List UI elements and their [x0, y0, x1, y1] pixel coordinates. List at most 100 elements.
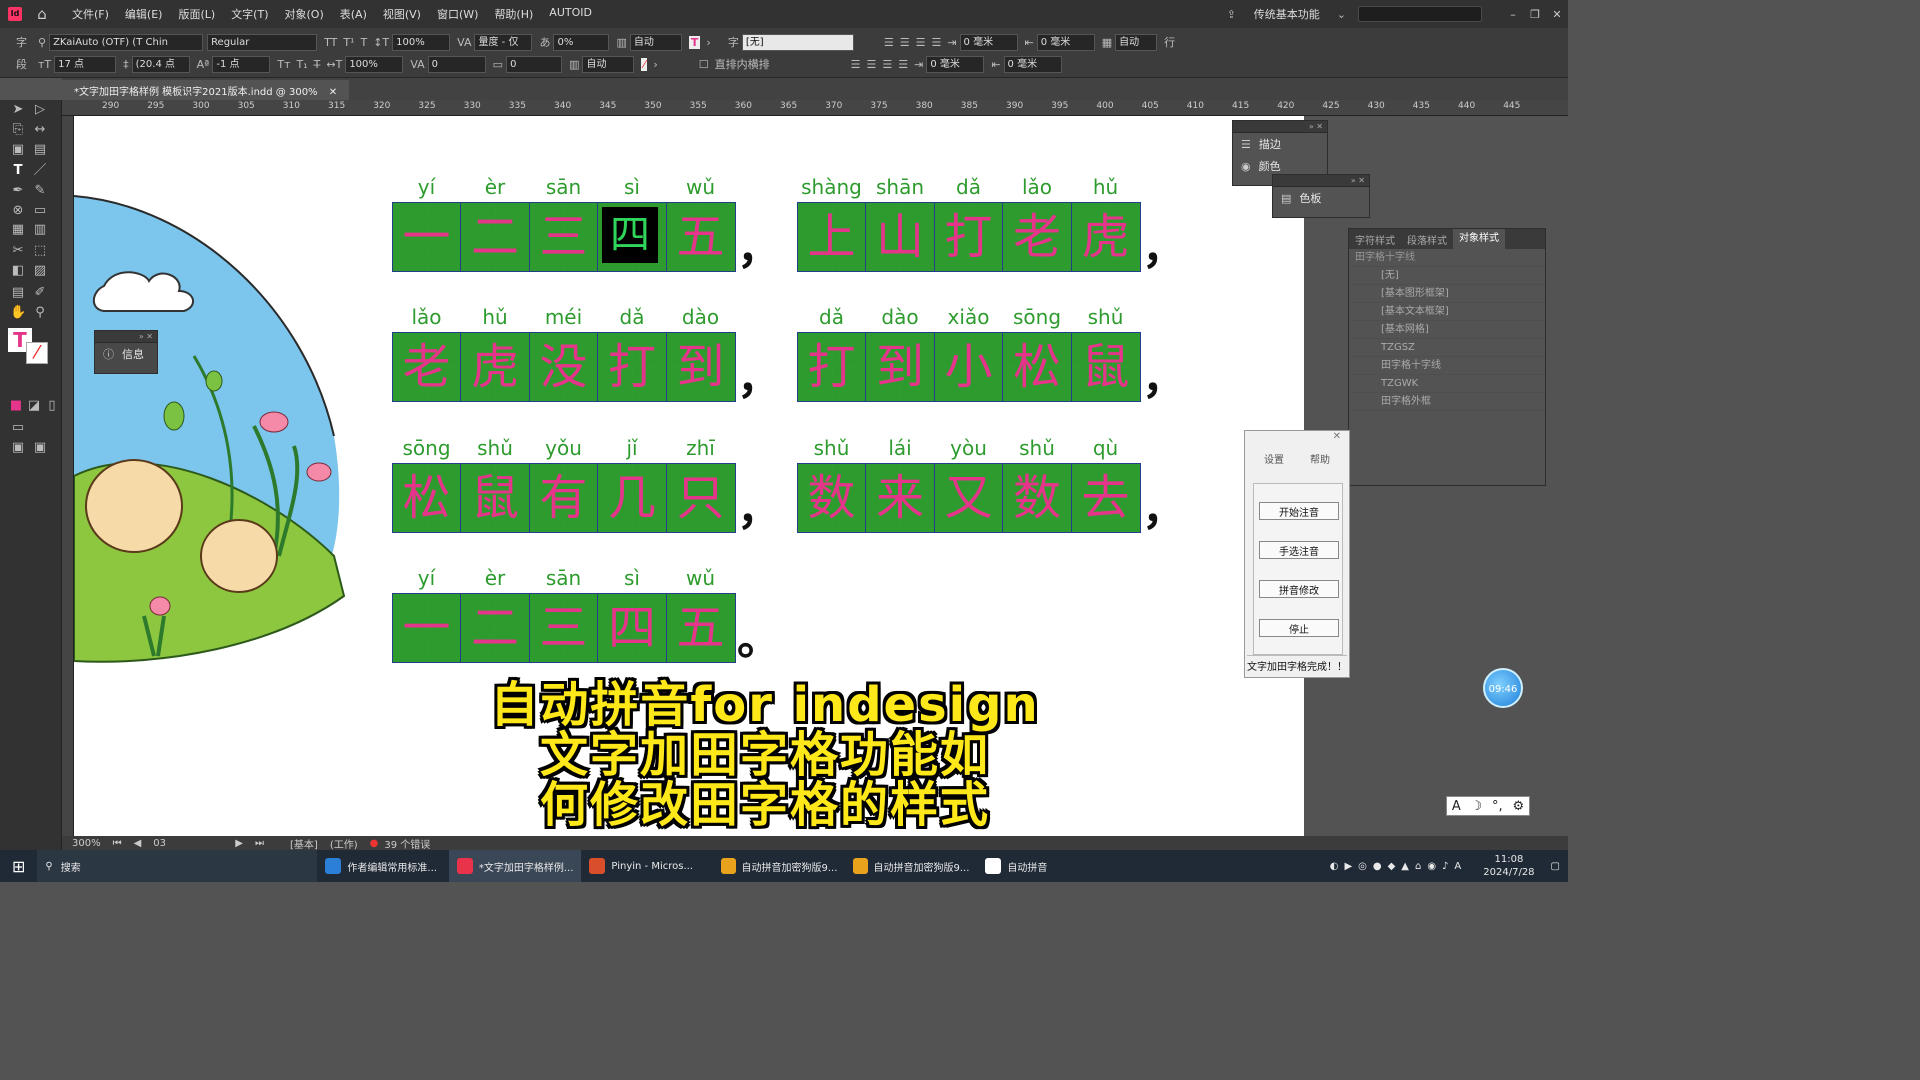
taskbar-app[interactable]: *文字加田字格样例... [449, 850, 582, 882]
tianzige-cell[interactable]: dǎ 打 [933, 175, 1004, 272]
hanzi-character[interactable]: 三 [530, 594, 598, 662]
hanzi-character[interactable]: 打 [935, 203, 1003, 271]
hanzi-character[interactable]: 老 [393, 333, 461, 401]
gradient-feather-tool-icon[interactable]: ▨ [32, 263, 48, 279]
menu-item-9[interactable]: AUTOID [541, 6, 600, 22]
punctuation-icon[interactable]: °, [1492, 799, 1503, 814]
paragraph-mode-icon[interactable]: 段 [16, 56, 27, 72]
menu-item-3[interactable]: 文字(T) [223, 6, 276, 22]
apply-none-icon[interactable]: ▯ [44, 398, 60, 414]
object-style-item[interactable]: [基本网格] [1349, 321, 1545, 339]
pencil-tool-icon[interactable]: ✎ [32, 183, 48, 199]
minimize-button[interactable]: – [1502, 8, 1524, 21]
hanzi-character[interactable]: 山 [866, 203, 934, 271]
tianzige-cell[interactable]: yí 一 [391, 566, 462, 663]
menu-item-2[interactable]: 版面(L) [170, 6, 223, 22]
tsume-field[interactable]: 0 [506, 55, 563, 73]
gap-tool-icon[interactable]: ↔ [32, 122, 48, 138]
tianzige-cell[interactable]: dǎ 打 [597, 305, 667, 402]
moon-icon[interactable]: ☽ [1471, 799, 1483, 814]
align-left-icon-2[interactable]: ☰ [851, 58, 861, 71]
hanzi-character[interactable]: 小 [935, 333, 1003, 401]
preflight-errors[interactable]: 39 个错误 [384, 836, 430, 851]
ime-mode-icon[interactable]: A [1452, 799, 1461, 814]
tianzige-cell[interactable]: yòu 又 [933, 436, 1004, 533]
hanzi-character[interactable]: 一 [393, 203, 461, 271]
plugin-close-icon[interactable]: ✕ [1245, 431, 1349, 447]
cartoon-illustration[interactable] [74, 176, 374, 676]
hanzi-character[interactable]: 上 [798, 203, 866, 271]
tianzige-cell[interactable]: shān 山 [865, 175, 935, 272]
vertical-ruler[interactable] [62, 116, 74, 836]
panel-collapse-icon[interactable]: » ✕ [1233, 121, 1327, 133]
line-tool-icon[interactable]: ／ [32, 163, 48, 179]
tray-icons[interactable]: ◐▶◎●◆▲⌂◉♪A [1322, 850, 1476, 882]
zoom-tool-icon[interactable]: ⚲ [32, 305, 48, 321]
note-tool-icon[interactable]: ▤ [10, 285, 26, 301]
tianzige-cell[interactable]: shǔ 数 [1002, 436, 1072, 533]
swatches-panel-item[interactable]: ▤ 色板 [1273, 187, 1369, 209]
recording-timer[interactable]: 09:46 [1483, 668, 1523, 708]
object-style-item[interactable]: 田字格十字线 [1349, 357, 1545, 375]
tianzige-cell[interactable]: hǔ 虎 [460, 305, 530, 402]
hanzi-character[interactable]: 又 [935, 464, 1003, 532]
hanzi-character[interactable]: 五 [667, 203, 735, 271]
hanzi-character[interactable]: 四 [598, 594, 666, 662]
tianzige-cell[interactable]: sōng 松 [1002, 305, 1072, 402]
manual-pinyin-button[interactable]: 手选注音 [1259, 541, 1339, 559]
tianzige-cell[interactable]: jǐ 几 [597, 436, 667, 533]
kerning-field[interactable]: 0 [427, 55, 486, 73]
superscript-icon[interactable]: T¹ [343, 36, 354, 49]
tianzige-cell[interactable]: sì 四 [597, 566, 667, 663]
next-page-icon[interactable]: ▶ [235, 838, 243, 849]
hanzi-character[interactable]: 只 [667, 464, 735, 532]
subscript-icon[interactable]: T₁ [297, 58, 308, 71]
direct-selection-tool-icon[interactable]: ▷ [32, 102, 48, 118]
scissors-tool-icon[interactable]: ✂ [10, 243, 26, 259]
hanzi-character[interactable]: 有 [530, 464, 598, 532]
panel-collapse-icon-3[interactable]: » ✕ [95, 331, 157, 343]
tianzige-cell[interactable]: wǔ 五 [665, 566, 736, 663]
taskbar-app[interactable]: Pinyin - Micros... [581, 850, 713, 882]
hanzi-character[interactable]: 来 [866, 464, 934, 532]
info-panel-item[interactable]: ⓘ 信息 [95, 343, 157, 365]
vertical-grid-tool-icon[interactable]: ▥ [32, 222, 48, 238]
auto-field-1[interactable]: 自动 [629, 33, 682, 51]
object-style-item[interactable]: TZGWK [1349, 375, 1545, 393]
object-style-item[interactable]: TZGSZ [1349, 339, 1545, 357]
taskbar-app[interactable]: 作者编辑常用标准... [317, 850, 449, 882]
tianzige-cell[interactable]: shǔ 鼠 [460, 436, 530, 533]
object-styles-tab-1[interactable]: 段落样式 [1401, 232, 1453, 247]
taskbar-search[interactable]: ⚲ 搜索 [37, 850, 318, 882]
horizontal-scale-field[interactable]: 100% [345, 55, 404, 73]
content-collector-icon[interactable]: ▣ [10, 142, 26, 158]
taskbar-app[interactable]: 自动拼音 [977, 850, 1109, 882]
hanzi-character[interactable]: 几 [598, 464, 666, 532]
tianzige-cell[interactable]: qù 去 [1070, 436, 1141, 533]
hanzi-character[interactable]: 打 [598, 333, 666, 401]
start-pinyin-button[interactable]: 开始注音 [1259, 502, 1339, 520]
tianzige-cell[interactable]: lái 来 [865, 436, 935, 533]
panel-collapse-icon-2[interactable]: » ✕ [1273, 175, 1369, 187]
char-style-field[interactable]: [无] [741, 33, 854, 51]
type-tool-icon[interactable]: T [10, 163, 26, 179]
ellipse-frame-tool-icon[interactable]: ⊗ [10, 203, 26, 219]
tianzige-cell[interactable]: hǔ 虎 [1070, 175, 1141, 272]
close-tab-icon[interactable]: ✕ [329, 87, 337, 98]
chevron-right-icon-2[interactable]: › [653, 58, 657, 71]
plugin-settings-menu[interactable]: 设置 [1264, 451, 1284, 466]
menu-item-1[interactable]: 编辑(E) [117, 6, 171, 22]
stroke-panel-item[interactable]: ☰ 描边 [1233, 133, 1327, 155]
page-number[interactable]: 03 [153, 838, 223, 849]
all-caps-icon[interactable]: TT [324, 36, 337, 49]
tianzige-cell[interactable]: dào 到 [865, 305, 935, 402]
tianzige-cell[interactable]: xiǎo 小 [933, 305, 1004, 402]
align-right-icon-2[interactable]: ☰ [882, 58, 892, 71]
workspace-switcher[interactable]: 传统基本功能 [1254, 6, 1320, 22]
tianzige-cell[interactable]: yí 一 [391, 175, 462, 272]
chevron-down-icon[interactable]: ⌄ [1337, 8, 1346, 21]
taskbar-app[interactable]: 自动拼音加密狗版9... [845, 850, 977, 882]
left-indent-field[interactable]: 0 毫米 [959, 33, 1018, 51]
page-tool-icon[interactable]: ⎘ [10, 122, 26, 138]
font-family-field[interactable]: ZKaiAuto (OTF) (T Chin [49, 33, 204, 51]
